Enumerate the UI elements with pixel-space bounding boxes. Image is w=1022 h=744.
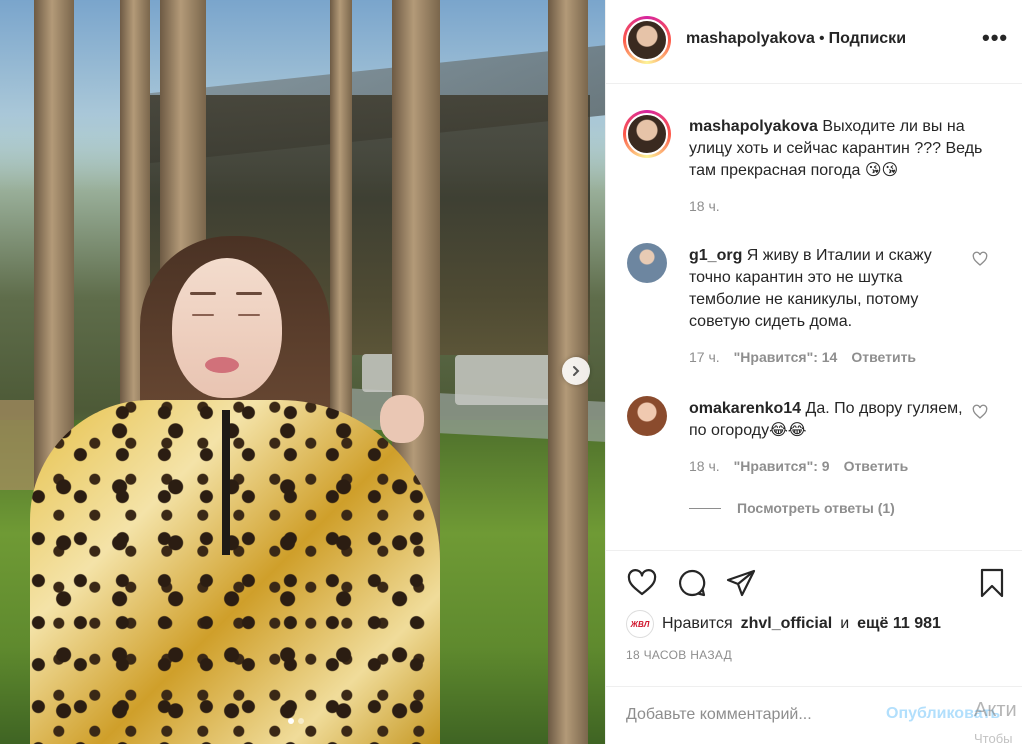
comment-reply-button[interactable]: Ответить <box>844 458 909 474</box>
chevron-right-icon <box>573 366 580 376</box>
following-button[interactable]: Подписки <box>829 30 906 48</box>
commenter-avatar[interactable] <box>627 396 667 436</box>
likes-conjunction: и <box>840 615 850 632</box>
comment-text-block: g1_org Я живу в Италии и скажу точно кар… <box>689 245 964 333</box>
view-replies-button[interactable]: Посмотреть ответы (1) <box>689 500 895 516</box>
comment-reply-button[interactable]: Ответить <box>851 349 916 365</box>
liker-avatar-logo: ЖВЛ <box>630 619 650 629</box>
commenter-username[interactable]: g1_org <box>689 247 742 264</box>
post-timestamp[interactable]: 18 ЧАСОВ НАЗАД <box>626 648 732 662</box>
eyebrow <box>236 292 262 295</box>
next-photo-button[interactable] <box>562 357 590 385</box>
comment-like-heart-icon[interactable] <box>972 251 988 267</box>
share-icon[interactable] <box>725 567 757 599</box>
view-replies-label: Посмотреть ответы (1) <box>737 500 895 516</box>
add-comment-bar: Опубликовать Акти Чтобы <box>606 686 1022 744</box>
activation-watermark: Акти <box>974 699 1017 721</box>
comment-icon[interactable] <box>676 567 708 599</box>
comment-like-heart-icon[interactable] <box>972 404 988 420</box>
more-options-icon[interactable]: ••• <box>982 27 1008 49</box>
liker-avatar[interactable]: ЖВЛ <box>626 610 654 638</box>
carousel-dot <box>298 718 304 724</box>
post-header: mashapolyakova • Подписки ••• <box>606 0 1022 84</box>
post-photo[interactable] <box>0 0 605 744</box>
post-actions-bar <box>606 550 1022 610</box>
header-separator: • <box>818 30 825 47</box>
caption-username[interactable]: mashapolyakova <box>689 118 818 135</box>
comment-input[interactable] <box>626 703 866 727</box>
girl-lips <box>205 357 239 373</box>
liker-username[interactable]: zhvl_official <box>741 615 833 633</box>
header-text: mashapolyakova • Подписки <box>686 30 906 48</box>
comment-likes-count[interactable]: "Нравится": 9 <box>734 458 830 474</box>
girl-leopard-top <box>30 400 440 744</box>
likes-prefix: Нравится <box>662 615 733 632</box>
author-username[interactable]: mashapolyakova <box>686 30 815 48</box>
comment-timestamp[interactable]: 17 ч. <box>689 349 720 365</box>
post-side-panel: mashapolyakova • Подписки ••• mashapolya… <box>605 0 1022 744</box>
commenter-username[interactable]: omakarenko14 <box>689 400 801 417</box>
likes-count[interactable]: ещё 11 981 <box>857 615 941 633</box>
girl-zipper <box>222 410 230 555</box>
comment-likes-count[interactable]: "Нравится": 14 <box>734 349 838 365</box>
likes-summary: ЖВЛ Нравится zhvl_official и ещё 11 981 <box>626 610 941 638</box>
comment-meta: 17 ч. "Нравится": 14 Ответить <box>689 349 916 365</box>
comment-timestamp[interactable]: 18 ч. <box>689 458 720 474</box>
replies-divider-line <box>689 507 721 509</box>
author-avatar[interactable] <box>623 16 671 64</box>
closed-eye <box>238 314 260 316</box>
eyebrow <box>190 292 216 295</box>
caption-text-block: mashapolyakova Выходите ли вы на улицу х… <box>689 116 989 182</box>
closed-eye <box>192 314 214 316</box>
girl-hand <box>380 395 424 443</box>
comment-meta: 18 ч. "Нравится": 9 Ответить <box>689 458 908 474</box>
carousel-dot-active <box>288 718 294 724</box>
activation-watermark-sub: Чтобы <box>974 731 1013 744</box>
bookmark-icon[interactable] <box>976 567 1008 599</box>
girl-face <box>172 258 282 398</box>
caption-timestamp[interactable]: 18 ч. <box>689 198 720 214</box>
caption-author-avatar[interactable] <box>623 110 671 158</box>
heart-icon[interactable] <box>626 567 658 599</box>
commenter-avatar[interactable] <box>627 243 667 283</box>
comment-text-block: omakarenko14 Да. По двору гуляем, по ого… <box>689 398 964 442</box>
